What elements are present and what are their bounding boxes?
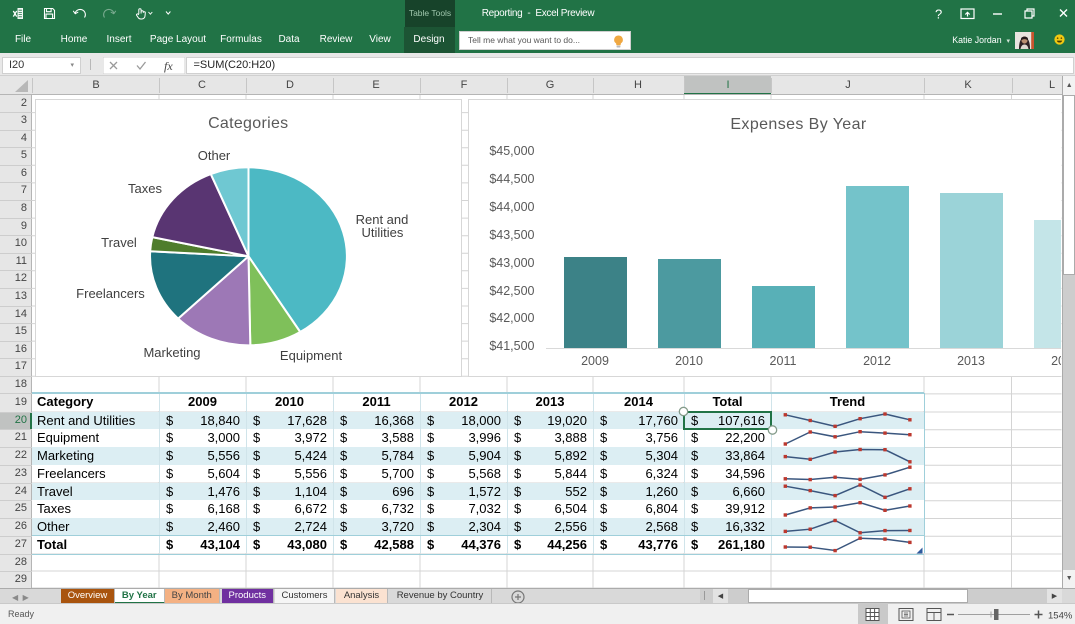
svg-text:fx: fx <box>164 59 173 73</box>
svg-text:?: ? <box>935 7 942 22</box>
svg-text:154%: 154% <box>1048 610 1073 621</box>
